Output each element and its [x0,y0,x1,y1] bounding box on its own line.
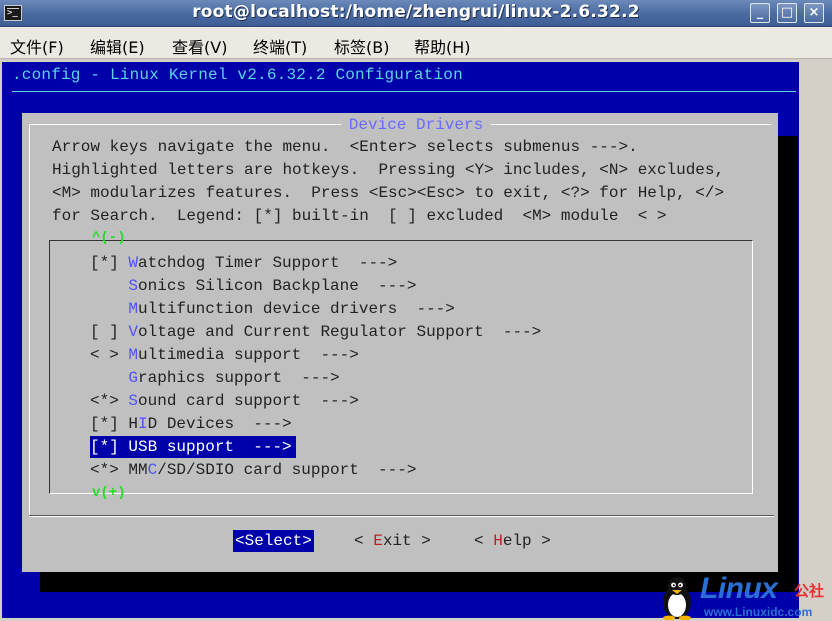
linuxidc-watermark: Linux 公社 www.Linuxidc.com [654,572,832,621]
window-title: root@localhost:/home/zhengrui/linux-2.6.… [192,2,640,22]
scroll-down-indicator[interactable]: v(+) [92,485,126,501]
watermark-brand-cn: 公社 [794,582,825,600]
btn-hotkey: E [373,532,383,550]
item-label-start: MM [128,461,148,479]
item-state: [*] [90,415,129,433]
item-label: raphics support ---> [138,369,340,387]
item-hotkey: C [147,461,158,479]
menubar: 文件(F) 编辑(E) 查看(V) 终端(T) 标签(B) 帮助(H) [0,27,832,59]
item-hotkey: I [138,415,148,433]
item-hotkey: M [128,346,139,364]
menu-file[interactable]: 文件(F) [10,34,64,58]
item-state [90,300,128,318]
item-hotkey: G [128,369,139,387]
window-titlebar[interactable]: root@localhost:/home/zhengrui/linux-2.6.… [0,0,832,27]
menu-view[interactable]: 查看(V) [172,34,227,58]
menu-item-sound[interactable]: <*> Sound card support ---> [90,390,359,412]
item-label: ound card support ---> [138,392,359,410]
item-hotkey: S [128,277,139,295]
item-hotkey: U [128,438,139,456]
item-hotkey: W [128,254,139,272]
btn-label: elect [254,532,303,550]
menu-item-graphics[interactable]: Graphics support ---> [90,367,340,389]
item-label: ultifunction device drivers ---> [138,300,455,318]
item-state: < > [90,346,129,364]
item-label: oltage and Current Regulator Support ---… [138,323,542,341]
btn-bracket: > [302,532,312,550]
select-button[interactable]: <Select> [233,530,314,552]
btn-bracket: < [474,532,494,550]
close-button[interactable]: × [804,3,824,23]
config-header: .config - Linux Kernel v2.6.32.2 Configu… [12,66,463,84]
item-hotkey: M [128,300,139,318]
item-state: [ ] [90,323,129,341]
menu-item-multifunction[interactable]: Multifunction device drivers ---> [90,298,455,320]
scroll-up-indicator[interactable]: ^(-) [92,230,126,246]
penguin-logo-icon [663,577,691,620]
help-button[interactable]: < Help > [474,530,551,552]
dialog-shadow-right [778,136,798,592]
btn-bracket: < [354,532,374,550]
help-line-1: Arrow keys navigate the menu. <Enter> se… [52,138,638,156]
menu-item-sonics[interactable]: Sonics Silicon Backplane ---> [90,275,416,297]
button-separator [29,516,774,517]
btn-hotkey: S [244,532,255,550]
menu-edit[interactable]: 编辑(E) [90,34,145,58]
item-state [90,277,128,295]
menu-item-watchdog[interactable]: [*] Watchdog Timer Support ---> [90,252,397,274]
watermark-brand: Linux [700,572,778,605]
item-hotkey: V [128,323,139,341]
item-label: /SD/SDIO card support ---> [157,461,417,479]
menu-item-usb-selected[interactable]: [*] USB support ---> [90,436,296,458]
menu-item-hid[interactable]: [*] HID Devices ---> [90,413,292,435]
item-label: atchdog Timer Support ---> [138,254,398,272]
item-label: onics Silicon Backplane ---> [138,277,417,295]
exit-button[interactable]: < Exit > [354,530,431,552]
item-hotkey: S [128,392,139,410]
menu-item-multimedia[interactable]: < > Multimedia support ---> [90,344,359,366]
item-label: D Devices ---> [147,415,292,433]
btn-hotkey: H [493,532,503,550]
menu-help[interactable]: 帮助(H) [414,34,471,58]
btn-bracket: < [235,532,245,550]
dialog-title: Device Drivers [0,116,832,134]
header-divider [12,91,796,92]
help-line-4: for Search. Legend: [*] built-in [ ] exc… [52,207,667,225]
help-line-3: <M> modularizes features. Press <Esc><Es… [52,184,725,202]
item-label-start: H [128,415,139,433]
btn-label: xit [382,532,412,550]
item-label: SB support ---> [138,438,292,456]
menu-item-mmc[interactable]: <*> MMC/SD/SDIO card support ---> [90,459,416,481]
item-label: ultimedia support ---> [138,346,359,364]
menu-tabs[interactable]: 标签(B) [334,34,389,58]
menu-terminal[interactable]: 终端(T) [253,34,307,58]
watermark-url: www.Linuxidc.com [704,605,813,619]
item-state: [*] [90,438,129,456]
btn-bracket: > [531,532,551,550]
minimize-button[interactable]: _ [750,3,770,23]
dialog-title-text: Device Drivers [340,116,492,134]
maximize-button[interactable]: □ [777,3,797,23]
help-line-2: Highlighted letters are hotkeys. Pressin… [52,161,725,179]
btn-label: elp [502,532,532,550]
item-state: <*> [90,461,129,479]
item-state: [*] [90,254,129,272]
item-state: <*> [90,392,129,410]
menu-item-voltage[interactable]: [ ] Voltage and Current Regulator Suppor… [90,321,541,343]
btn-bracket: > [411,532,431,550]
item-state [90,369,128,387]
